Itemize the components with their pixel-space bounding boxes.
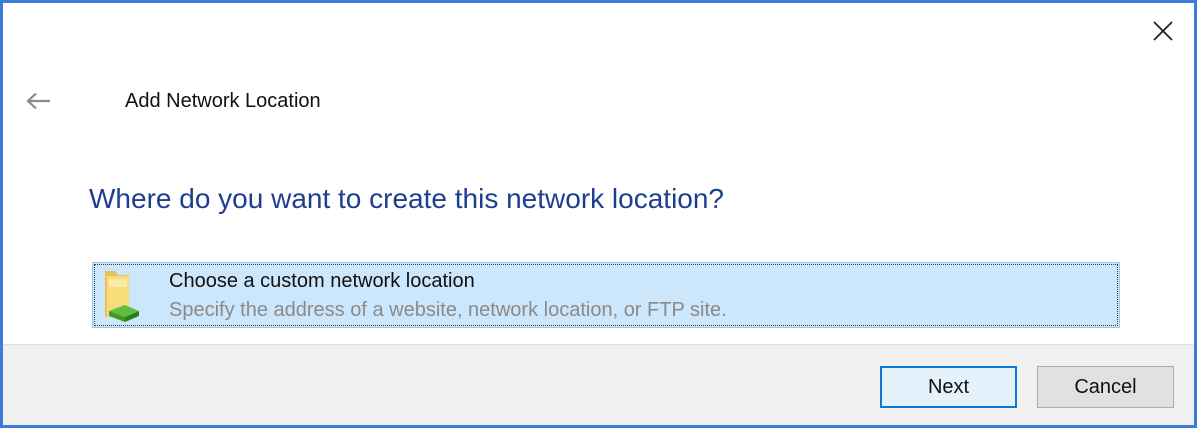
close-icon bbox=[1153, 21, 1173, 41]
page-heading: Where do you want to create this network… bbox=[89, 183, 725, 214]
back-button[interactable] bbox=[17, 83, 61, 119]
cancel-button[interactable]: Cancel bbox=[1037, 366, 1174, 408]
footer-bar: Next Cancel bbox=[3, 344, 1194, 425]
close-button[interactable] bbox=[1140, 11, 1186, 51]
arrow-left-icon bbox=[26, 92, 50, 110]
option-custom-network-location[interactable]: Choose a custom network location Specify… bbox=[92, 262, 1120, 328]
next-button[interactable]: Next bbox=[880, 366, 1017, 408]
window-title: Add Network Location bbox=[125, 90, 321, 112]
network-folder-icon bbox=[105, 271, 139, 322]
add-network-location-window: Add Network Location Where do you want t… bbox=[0, 0, 1197, 428]
option-description: Specify the address of a website, networ… bbox=[169, 299, 727, 321]
option-title: Choose a custom network location bbox=[169, 270, 475, 292]
